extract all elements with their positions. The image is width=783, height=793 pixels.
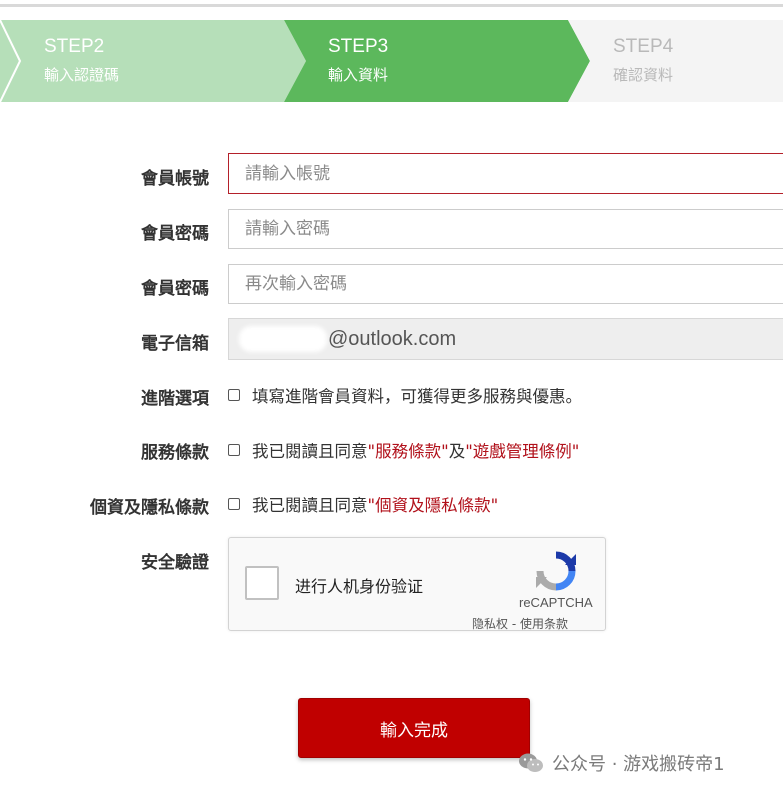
email-label: 電子信箱: [141, 334, 209, 354]
privacy-row: 我已閱讀且同意"個資及隱私條款": [228, 492, 498, 516]
watermark: 公众号 · 游戏搬砖帝1: [518, 750, 725, 776]
password-confirm-label: 會員密碼: [141, 279, 209, 299]
password-confirm-input[interactable]: [228, 264, 783, 304]
security-label: 安全驗證: [141, 553, 209, 573]
advanced-checkbox[interactable]: [228, 389, 240, 401]
watermark-text: 公众号 · 游戏搬砖帝1: [552, 754, 725, 775]
top-divider: [0, 4, 783, 7]
password-label: 會員密碼: [141, 224, 209, 244]
terms-label: 服務條款: [141, 443, 209, 463]
terms-of-service-link[interactable]: "服務條款": [368, 442, 449, 461]
privacy-label: 個資及隱私條款: [90, 498, 209, 518]
terms-text: 我已閱讀且同意"服務條款"及"遊戲管理條例": [252, 438, 579, 462]
terms-prefix: 我已閱讀且同意: [252, 442, 368, 461]
step3: STEP3 輸入資料: [328, 34, 388, 87]
privacy-prefix: 我已閱讀且同意: [252, 496, 368, 515]
email-field: @outlook.com: [228, 318, 783, 360]
recaptcha-brand: reCAPTCHA: [519, 595, 593, 610]
account-label: 會員帳號: [141, 169, 209, 189]
step2-subtitle: 輸入認證碼: [44, 66, 120, 84]
advanced-option-row: 填寫進階會員資料，可獲得更多服務與優惠。: [228, 383, 582, 407]
recaptcha-terms[interactable]: 隐私权 - 使用条款: [472, 615, 568, 632]
step4-arrow: [568, 20, 783, 102]
advanced-label: 進階選項: [141, 389, 209, 409]
step3-subtitle: 輸入資料: [328, 66, 389, 84]
recaptcha-label: 进行人机身份验证: [295, 577, 424, 596]
terms-checkbox[interactable]: [228, 444, 240, 456]
recaptcha-checkbox[interactable]: [245, 566, 279, 600]
recaptcha-widget: 进行人机身份验证 reCAPTCHA 隐私权 - 使用条款: [228, 537, 606, 631]
privacy-policy-link[interactable]: "個資及隱私條款": [368, 496, 499, 515]
privacy-text: 我已閱讀且同意"個資及隱私條款": [252, 492, 498, 516]
step2-title: STEP2: [44, 36, 105, 57]
step4-title: STEP4: [613, 36, 674, 57]
step4-subtitle: 確認資料: [613, 66, 674, 84]
step2: STEP2 輸入認證碼: [44, 34, 119, 87]
email-redaction: [239, 326, 327, 352]
password-input[interactable]: [228, 209, 783, 249]
game-rules-link[interactable]: "遊戲管理條例": [465, 442, 579, 461]
step4: STEP4 確認資料: [613, 34, 673, 87]
advanced-text: 填寫進階會員資料，可獲得更多服務與優惠。: [252, 387, 582, 406]
step3-title: STEP3: [328, 36, 389, 57]
recaptcha-logo-icon: [536, 551, 576, 591]
email-domain: @outlook.com: [328, 328, 457, 350]
terms-and: 及: [448, 442, 466, 461]
account-input[interactable]: [228, 153, 783, 194]
terms-row: 我已閱讀且同意"服務條款"及"遊戲管理條例": [228, 438, 579, 462]
submit-button[interactable]: 輸入完成: [298, 698, 530, 758]
privacy-checkbox[interactable]: [228, 498, 240, 510]
wechat-icon: [519, 753, 543, 772]
step-progress-bar: STEP2 輸入認證碼 STEP3 輸入資料 STEP4 確認資料: [0, 20, 783, 102]
